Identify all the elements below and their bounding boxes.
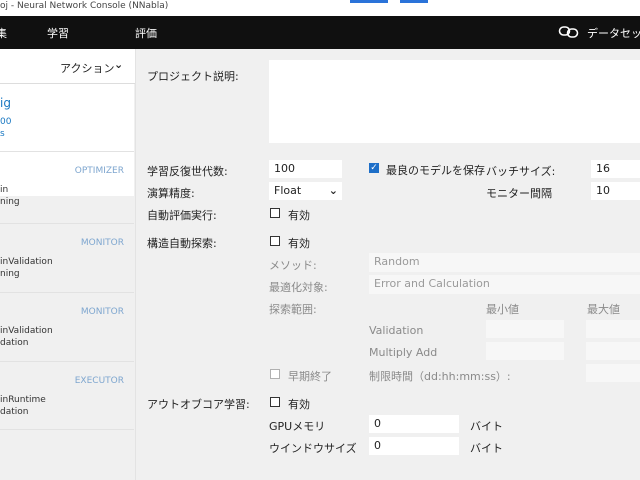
method-label: メソッド: <box>269 259 317 272</box>
config-detail: s <box>0 129 5 139</box>
chevron-down-icon: ⌄ <box>328 184 338 197</box>
auto-search-label: 構造自動探索: <box>147 237 217 250</box>
project-description-field[interactable] <box>269 60 640 143</box>
config-detail: ning <box>0 197 20 207</box>
auto-eval-checkbox[interactable] <box>270 208 280 218</box>
time-limit-input[interactable] <box>586 364 640 382</box>
titlebar-highlight <box>400 0 428 3</box>
config-detail: ning <box>0 269 20 279</box>
precision-label: 演算精度: <box>147 187 195 200</box>
early-stop-label: 早期終了 <box>288 370 332 383</box>
range-label: 探索範囲: <box>269 303 317 316</box>
validation-min-input[interactable] <box>486 320 564 338</box>
config-item-optimizer[interactable]: OPTIMIZER in ning <box>0 151 134 220</box>
config-detail: dation <box>0 407 29 417</box>
gpu-memory-input[interactable]: 0 <box>369 415 459 433</box>
top-navigation: 集 学習 評価 データセット <box>0 16 640 49</box>
save-best-checkbox[interactable]: ✓ <box>369 163 379 173</box>
config-item-monitor[interactable]: MONITOR inValidation ning <box>0 223 134 292</box>
epochs-label: 学習反復世代数: <box>147 165 228 178</box>
config-detail: 00 <box>0 117 12 127</box>
titlebar-highlight <box>350 0 388 3</box>
config-type: EXECUTOR <box>74 376 124 386</box>
link-icon[interactable] <box>558 23 580 41</box>
time-limit-label: 制限時間（dd:hh:mm:ss）: <box>369 370 511 383</box>
config-type: MONITOR <box>80 307 124 317</box>
tab-evaluation[interactable]: 評価 <box>135 25 157 41</box>
tab-training[interactable]: 学習 <box>47 25 69 41</box>
epochs-input[interactable]: 100 <box>269 160 342 178</box>
multiply-add-max-input[interactable] <box>586 342 640 360</box>
early-stop-checkbox[interactable] <box>270 369 280 379</box>
tab-edit[interactable]: 集 <box>0 25 7 41</box>
precision-value: Float <box>274 184 302 197</box>
chevron-down-icon: ⌄ <box>114 58 124 71</box>
config-type: OPTIMIZER <box>74 166 124 176</box>
window-titlebar: oj - Neural Network Console (NNabla) <box>0 0 640 16</box>
auto-eval-label: 自動評価実行: <box>147 209 217 222</box>
max-value-header: 最大値 <box>587 303 620 316</box>
out-of-core-enabled-label: 有効 <box>288 398 310 411</box>
config-detail: inValidation <box>0 257 53 267</box>
config-detail: inValidation <box>0 326 53 336</box>
tab-dataset[interactable]: データセット <box>587 25 640 41</box>
auto-eval-enabled-label: 有効 <box>288 209 310 222</box>
config-detail: inRuntime <box>0 395 46 405</box>
action-dropdown[interactable]: アクション ⌄ <box>0 49 135 84</box>
window-title: oj - Neural Network Console (NNabla) <box>0 1 169 11</box>
batch-size-label: バッチサイズ: <box>486 165 556 178</box>
out-of-core-label: アウトオブコア学習: <box>147 398 250 411</box>
multiply-add-range-label: Multiply Add <box>369 346 438 359</box>
precision-select[interactable]: Float ⌄ <box>269 182 342 200</box>
window-size-input[interactable]: 0 <box>369 437 459 455</box>
project-description-label: プロジェクト説明: <box>147 70 239 83</box>
config-item-monitor[interactable]: MONITOR inValidation dation <box>0 292 134 361</box>
window-size-unit: バイト <box>470 442 503 455</box>
monitor-interval-label: モニター間隔 <box>486 187 552 200</box>
window-size-label: ウインドウサイズ <box>269 442 357 455</box>
sidebar: アクション ⌄ ig 00 s OPTIMIZER in ning MONITO… <box>0 49 136 480</box>
config-type: MONITOR <box>80 238 124 248</box>
action-label: アクション <box>60 62 115 75</box>
target-select[interactable]: Error and Calculation <box>369 275 640 294</box>
config-detail: in <box>0 185 9 195</box>
method-select[interactable]: Random <box>369 253 640 272</box>
validation-range-label: Validation <box>369 324 424 337</box>
config-detail: dation <box>0 338 29 348</box>
multiply-add-min-input[interactable] <box>486 342 564 360</box>
divider <box>0 429 134 430</box>
gpu-memory-label: GPUメモリ <box>269 420 326 433</box>
config-name: ig <box>0 96 11 110</box>
monitor-interval-input[interactable]: 10 <box>591 182 640 200</box>
gpu-memory-unit: バイト <box>470 420 503 433</box>
auto-search-enabled-label: 有効 <box>288 237 310 250</box>
save-best-label: 最良のモデルを保存 <box>386 164 485 177</box>
out-of-core-checkbox[interactable] <box>270 397 280 407</box>
config-item-executor[interactable]: EXECUTOR inRuntime dation <box>0 361 134 430</box>
batch-size-input[interactable]: 16 <box>591 160 640 178</box>
validation-max-input[interactable] <box>586 320 640 338</box>
auto-search-checkbox[interactable] <box>270 236 280 246</box>
target-label: 最適化対象: <box>269 281 328 294</box>
min-value-header: 最小値 <box>486 303 519 316</box>
